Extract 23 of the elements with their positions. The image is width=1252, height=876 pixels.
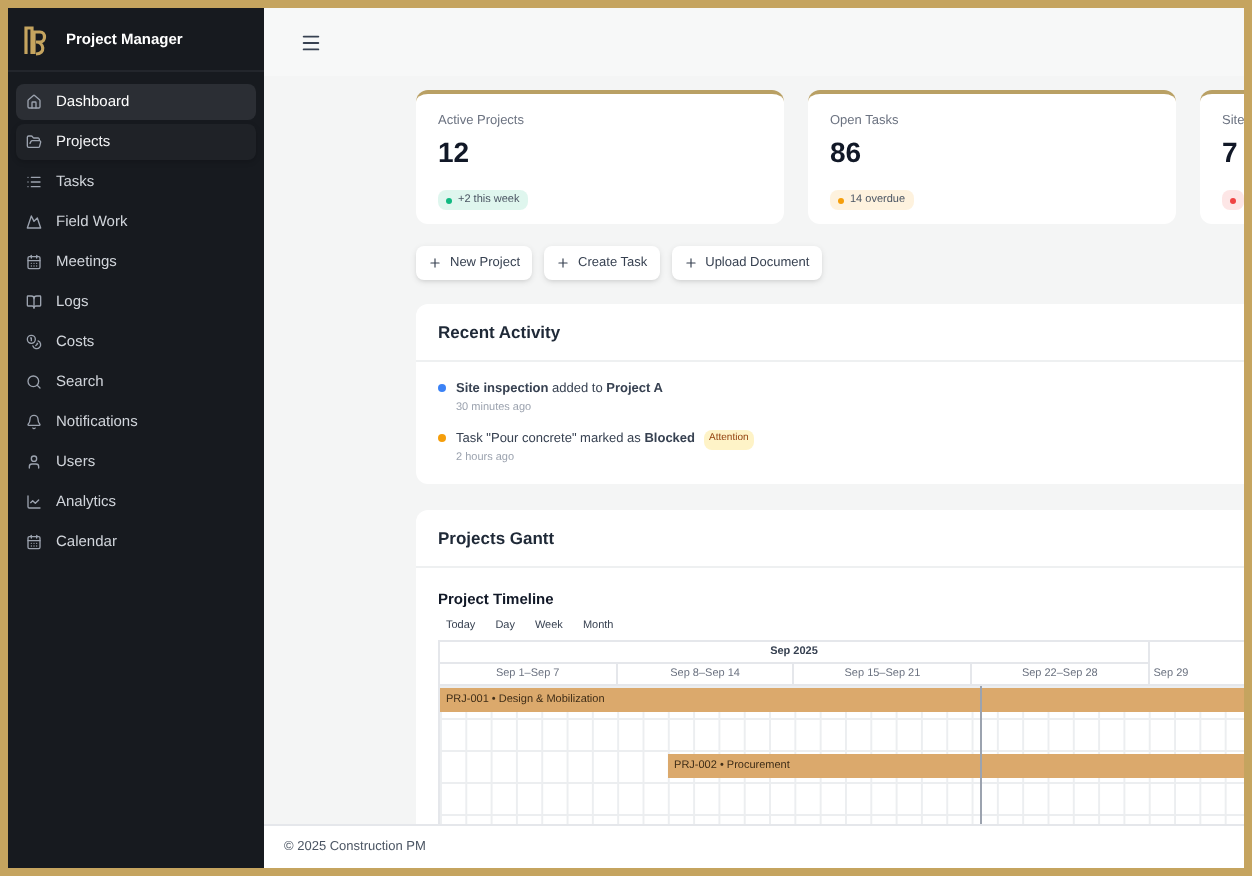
stat-value: 12 <box>438 133 472 172</box>
today-line <box>979 686 982 824</box>
calendar-icon <box>26 534 42 550</box>
plus-icon <box>428 256 442 270</box>
list-icon <box>26 174 42 190</box>
plus-icon <box>556 256 571 270</box>
home-icon <box>26 94 42 110</box>
card-title: Recent Activity <box>416 304 1244 362</box>
search-icon <box>26 374 42 390</box>
menu-button[interactable] <box>300 31 322 53</box>
folder-icon <box>26 134 42 150</box>
card-title: Projects Gantt <box>416 510 1244 568</box>
coins-icon <box>26 334 42 350</box>
line-chart-icon <box>26 494 42 510</box>
plus-icon <box>683 256 698 270</box>
calendar-icon <box>26 254 42 270</box>
stat-value: 7 <box>1222 133 1240 172</box>
logo-icon <box>24 23 50 55</box>
bell-icon <box>26 414 42 430</box>
stat-value: 86 <box>830 133 864 172</box>
book-icon <box>26 294 42 310</box>
person-icon <box>26 454 42 470</box>
mountain-icon <box>26 214 42 230</box>
